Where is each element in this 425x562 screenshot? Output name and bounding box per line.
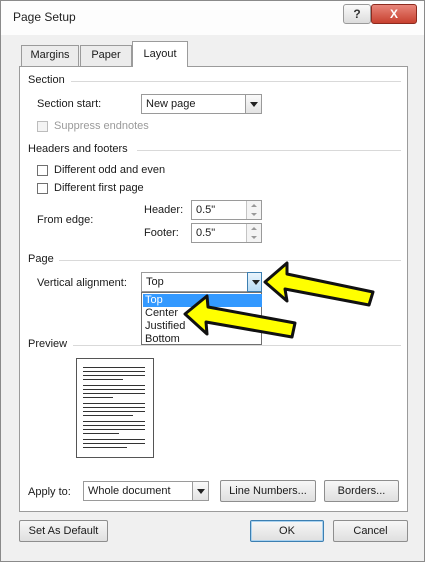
arrow-icon [263,261,375,307]
arrow-icon [183,294,297,339]
page-setup-dialog: Page Setup ? X Margins Paper Layout Sect… [0,0,425,562]
annotation-arrows [183,261,375,339]
